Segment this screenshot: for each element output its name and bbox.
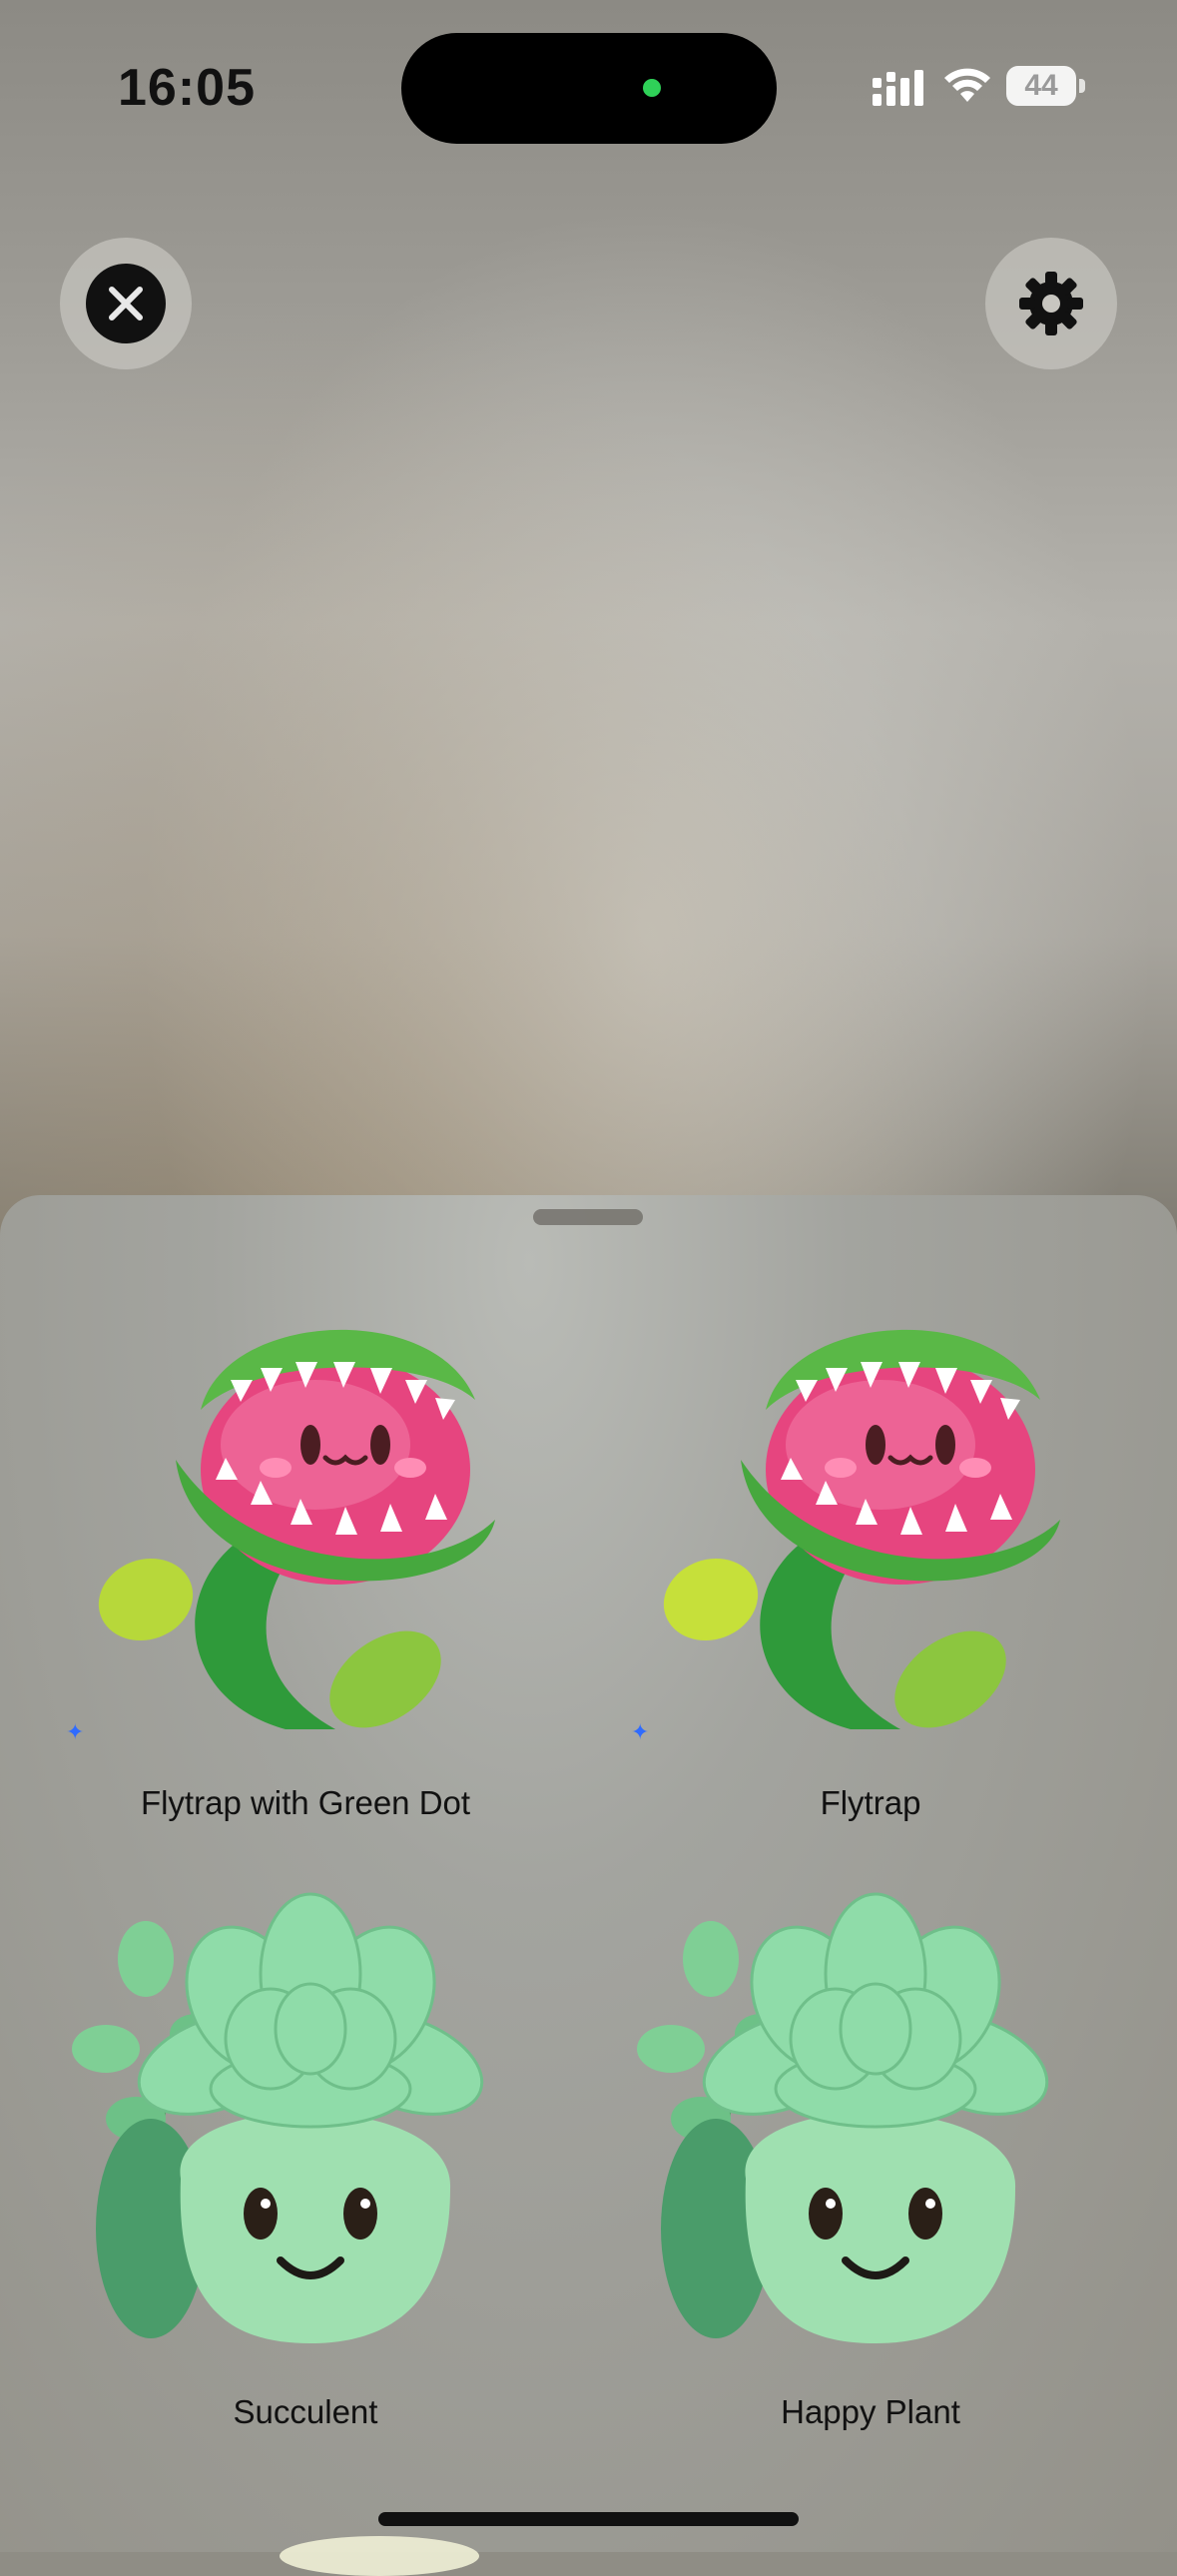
sparkle-icon: ✦ — [66, 1719, 85, 1744]
cellular-signal-icon — [873, 70, 923, 106]
wifi-icon — [944, 68, 990, 102]
close-icon — [109, 287, 143, 321]
sticker-tile-flytrap[interactable]: ✦ Flytrap — [621, 1280, 1120, 1849]
sparkle-icon: ✦ — [631, 1719, 650, 1744]
sticker-picker-sheet[interactable]: ✦ Flytrap with Green Dot ✦ Flytrap Succu… — [0, 1195, 1177, 2552]
dynamic-island — [401, 33, 777, 144]
flytrap-icon — [98, 1329, 495, 1729]
battery-icon: 44 — [1006, 66, 1088, 108]
sticker-tile-flytrap-green-dot[interactable]: ✦ Flytrap with Green Dot — [56, 1280, 555, 1849]
sticker-label: Flytrap — [820, 1784, 921, 1821]
gear-icon — [1019, 272, 1083, 335]
status-time: 16:05 — [118, 59, 256, 117]
next-sticker-peek — [280, 2536, 479, 2576]
home-indicator[interactable] — [378, 2512, 799, 2526]
sticker-label: Flytrap with Green Dot — [140, 1784, 471, 1821]
sticker-tile-succulent[interactable]: Succulent — [56, 1889, 555, 2448]
sheet-grabber[interactable] — [533, 1209, 643, 1225]
sticker-label: Succulent — [233, 2393, 378, 2430]
sticker-tile-happy-plant[interactable]: Happy Plant — [621, 1889, 1120, 2448]
flytrap-icon — [663, 1329, 1060, 1729]
close-button[interactable] — [60, 238, 192, 369]
camera-background — [0, 0, 1177, 1248]
succulent-icon — [72, 1892, 484, 2343]
camera-indicator-dot — [643, 79, 661, 97]
succulent-icon — [637, 1892, 1049, 2343]
battery-level: 44 — [1006, 66, 1076, 106]
sticker-label: Happy Plant — [781, 2393, 960, 2430]
settings-button[interactable] — [985, 238, 1117, 369]
